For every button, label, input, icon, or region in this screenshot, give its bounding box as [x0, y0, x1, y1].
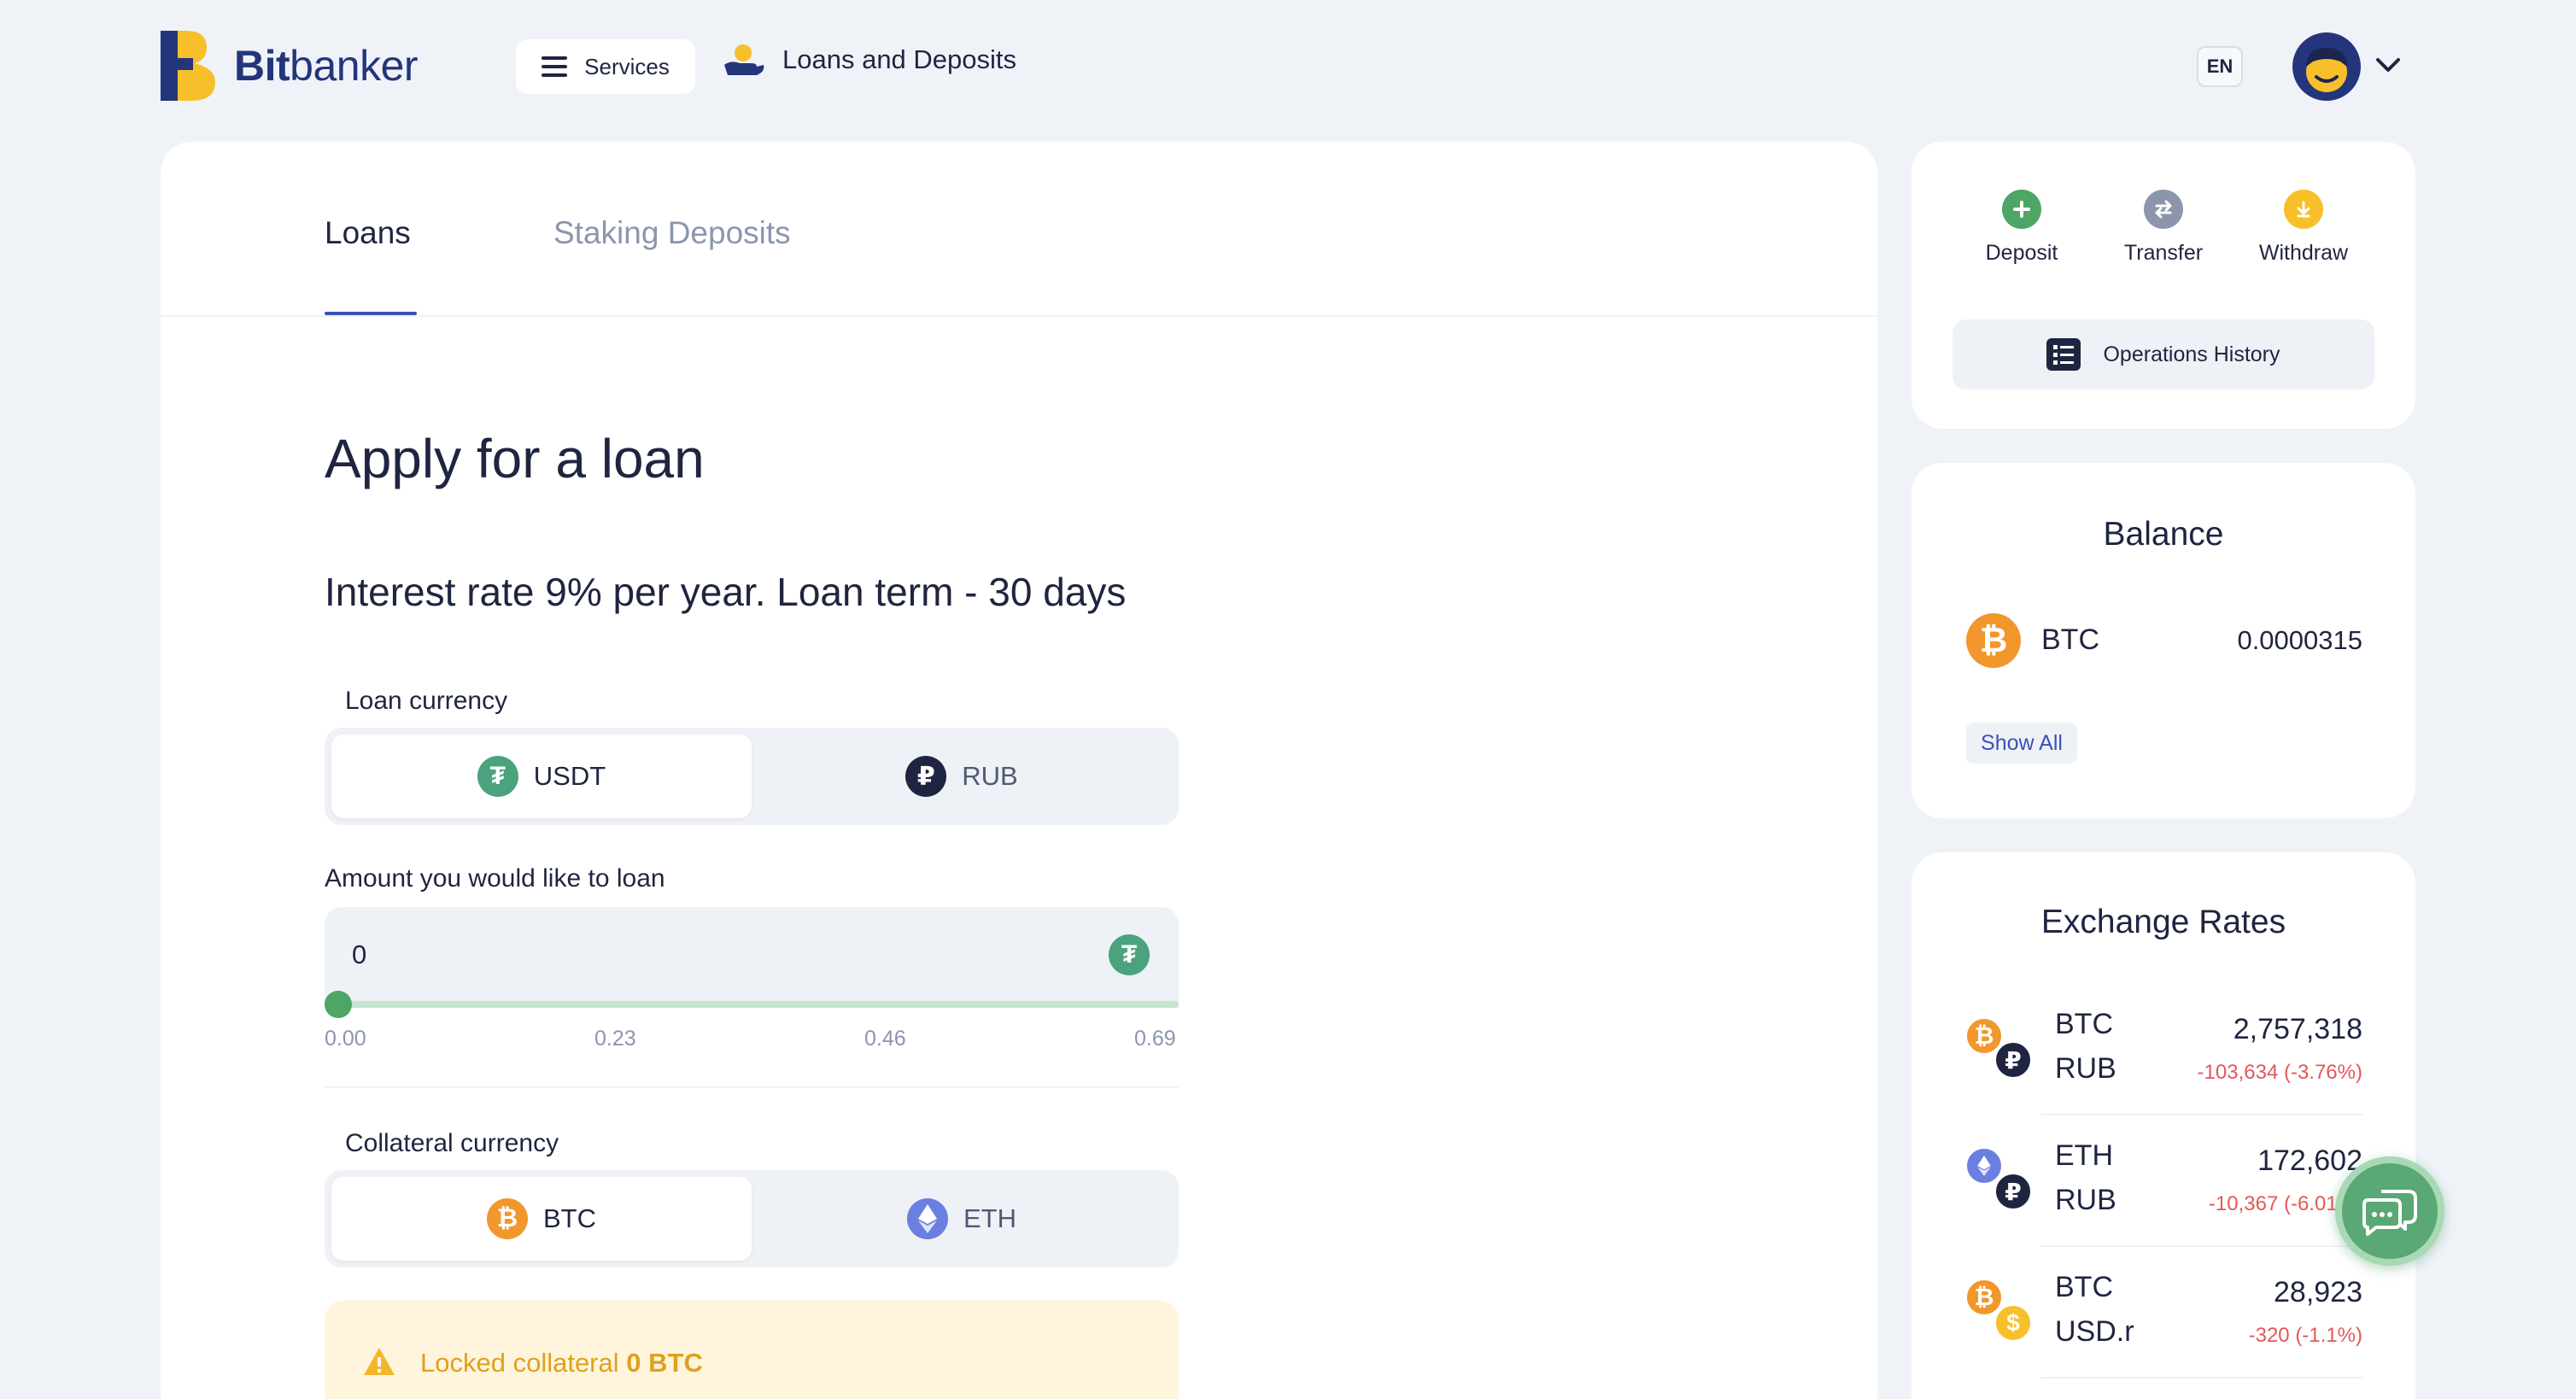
loan-currency-option-label: RUB	[962, 761, 1018, 791]
bitcoin-icon: ₿	[1966, 613, 2021, 668]
transfer-arrows-icon	[2144, 190, 2183, 229]
locked-collateral-text: Locked collateral 0 BTC	[420, 1348, 703, 1378]
slider-tick-label: 0.00	[325, 1027, 366, 1051]
deposit-label: Deposit	[1985, 241, 2058, 265]
loan-currency-option-label: USDT	[533, 761, 606, 791]
rate-value: 2,757,318	[2233, 1013, 2362, 1045]
operations-history-button[interactable]: Operations History	[1952, 319, 2374, 389]
page-title: Apply for a loan	[325, 428, 705, 489]
rate-row-divider	[2041, 1377, 2362, 1379]
support-chat-button[interactable]	[2335, 1156, 2444, 1266]
collateral-option-label: ETH	[963, 1203, 1016, 1233]
rate-base-currency: BTC	[2055, 1271, 2113, 1303]
rate-row-divider	[2041, 1245, 2362, 1247]
tabs-divider	[161, 315, 1877, 317]
rate-value: 28,923	[2274, 1276, 2362, 1308]
balance-currency: BTC	[2041, 623, 2099, 656]
loan-currency-option-usdt[interactable]: ₮ USDT	[331, 735, 752, 818]
operations-history-label: Operations History	[2103, 342, 2280, 366]
rate-quote-currency: RUB	[2055, 1052, 2116, 1085]
services-button[interactable]: Services	[516, 39, 695, 94]
transfer-button[interactable]: Transfer	[2099, 190, 2228, 266]
withdraw-label: Withdraw	[2258, 241, 2349, 265]
bitcoin-icon: ₿	[487, 1198, 528, 1239]
services-label: Services	[584, 53, 670, 79]
ruble-icon: ₽	[905, 756, 947, 797]
tab-loans[interactable]: Loans	[325, 215, 411, 251]
rate-row-divider	[2041, 1114, 2362, 1115]
section-divider	[325, 1086, 1179, 1088]
withdraw-button[interactable]: Withdraw	[2239, 190, 2368, 266]
chevron-down-icon[interactable]	[2374, 55, 2402, 75]
warning-icon	[364, 1348, 395, 1375]
amount-slider-track[interactable]	[338, 1001, 1179, 1008]
collateral-option-eth[interactable]: ETH	[752, 1177, 1172, 1261]
collateral-currency-label: Collateral currency	[345, 1129, 559, 1157]
avatar-face-icon	[2306, 48, 2347, 92]
slider-tick-label: 0.69	[1134, 1027, 1176, 1051]
logo-wordmark: Bitbanker	[234, 42, 419, 90]
rate-change: -320 (-1.1%)	[2248, 1324, 2362, 1347]
rate-base-currency: ETH	[2055, 1139, 2113, 1172]
plus-icon	[2002, 190, 2041, 229]
rate-change: -103,634 (-3.76%)	[2197, 1061, 2362, 1084]
slider-tick-label: 0.23	[594, 1027, 636, 1051]
bitbanker-logo-icon	[161, 31, 215, 101]
balance-amount: 0.0000315	[2237, 625, 2362, 655]
amount-slider-handle[interactable]	[325, 991, 352, 1018]
rate-quote-currency: USD.r	[2055, 1315, 2134, 1348]
loan-currency-selector: ₮ USDT ₽ RUB	[325, 728, 1179, 825]
nav-loans-and-deposits[interactable]: Loans and Deposits	[723, 43, 1016, 77]
rate-base-currency: BTC	[2055, 1008, 2113, 1040]
avatar[interactable]	[2292, 32, 2361, 101]
menu-icon	[542, 56, 568, 77]
rate-value: 172,602	[2257, 1144, 2362, 1177]
collateral-option-label: BTC	[543, 1203, 596, 1233]
exchange-rates-title: Exchange Rates	[2040, 904, 2286, 940]
slider-tick-label: 0.46	[864, 1027, 906, 1051]
chat-bubbles-icon	[2362, 1190, 2417, 1236]
deposit-button[interactable]: Deposit	[1958, 190, 2086, 266]
hand-coin-icon	[724, 44, 764, 75]
rate-change: -10,367 (-6.01%)	[2208, 1192, 2362, 1215]
tether-icon: ₮	[477, 756, 518, 797]
dollar-icon: $	[1993, 1303, 2033, 1343]
amount-input[interactable]	[352, 936, 1035, 974]
rate-quote-currency: RUB	[2055, 1184, 2116, 1216]
loan-currency-option-rub[interactable]: ₽ RUB	[752, 735, 1172, 818]
balance-title: Balance	[2103, 516, 2224, 553]
tab-staking-deposits[interactable]: Staking Deposits	[553, 215, 791, 251]
ruble-icon: ₽	[1993, 1172, 2033, 1211]
tether-icon: ₮	[1109, 934, 1150, 975]
nav-loans-label: Loans and Deposits	[782, 44, 1017, 74]
ruble-icon: ₽	[1993, 1040, 2033, 1080]
amount-label: Amount you would like to loan	[325, 864, 665, 893]
list-icon	[2046, 338, 2081, 371]
bitbanker-logo[interactable]: Bitbanker	[161, 31, 419, 101]
show-all-button[interactable]: Show All	[1966, 723, 2077, 764]
language-switch[interactable]: EN	[2197, 46, 2243, 87]
collateral-currency-selector: ₿ BTC ETH	[325, 1170, 1179, 1267]
withdraw-icon	[2284, 190, 2323, 229]
collateral-option-btc[interactable]: ₿ BTC	[331, 1177, 752, 1261]
ethereum-icon	[907, 1198, 948, 1239]
loan-currency-label: Loan currency	[345, 687, 508, 715]
transfer-label: Transfer	[2123, 241, 2204, 265]
loan-terms-text: Interest rate 9% per year. Loan term - 3…	[325, 570, 1127, 614]
